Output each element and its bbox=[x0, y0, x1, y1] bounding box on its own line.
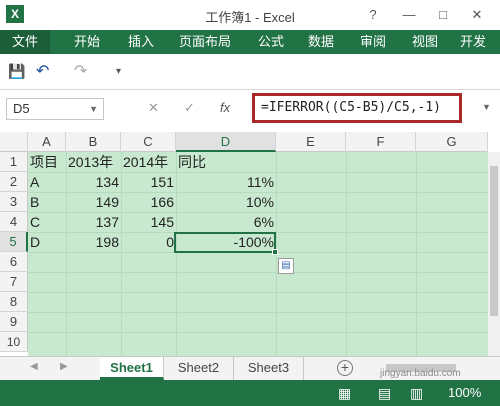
insert-function-icon[interactable]: fx bbox=[220, 100, 230, 115]
row-header-4[interactable]: 4 bbox=[0, 212, 28, 232]
row-header-2[interactable]: 2 bbox=[0, 172, 28, 192]
grid-line bbox=[346, 152, 347, 356]
help-button[interactable]: ? bbox=[362, 6, 384, 24]
select-all-corner[interactable] bbox=[0, 132, 28, 152]
cell-c5[interactable]: 0 bbox=[121, 232, 176, 252]
close-button[interactable]: ✕ bbox=[466, 6, 488, 24]
cell-b1[interactable]: 2013年 bbox=[68, 152, 121, 172]
next-sheet-icon[interactable]: ▶ bbox=[60, 361, 68, 372]
watermark: jingyan.baidu.com bbox=[380, 368, 461, 379]
status-bar: ▦ ▤ ▥ 100% bbox=[0, 380, 500, 406]
cell-d4[interactable]: 6% bbox=[176, 212, 276, 232]
cell-b2[interactable]: 134 bbox=[66, 172, 121, 192]
tab-review[interactable]: 审阅 bbox=[356, 30, 390, 54]
tab-developer[interactable]: 开发 bbox=[460, 30, 500, 54]
grid-line bbox=[28, 312, 500, 313]
formula-input[interactable]: =IFERROR((C5-B5)/C5,-1) bbox=[252, 93, 462, 123]
page-break-view-icon[interactable]: ▥ bbox=[410, 385, 423, 402]
column-header-d[interactable]: D bbox=[176, 132, 276, 152]
cell-b5[interactable]: 198 bbox=[66, 232, 121, 252]
tab-view[interactable]: 视图 bbox=[408, 30, 442, 54]
title-bar: X 工作簿1 - Excel ? — □ ✕ bbox=[0, 0, 500, 30]
chevron-down-icon: ▼ bbox=[89, 104, 98, 114]
tab-formulas[interactable]: 公式 bbox=[254, 30, 288, 54]
redo-icon[interactable]: ↷ bbox=[74, 61, 87, 81]
auto-fill-options-icon[interactable]: ▤ bbox=[278, 258, 294, 274]
grid-line bbox=[416, 152, 417, 356]
column-header-a[interactable]: A bbox=[28, 132, 66, 152]
cell-c1[interactable]: 2014年 bbox=[123, 152, 176, 172]
cell-c3[interactable]: 166 bbox=[121, 192, 176, 212]
row-header-3[interactable]: 3 bbox=[0, 192, 28, 212]
tab-data[interactable]: 数据 bbox=[304, 30, 338, 54]
save-icon[interactable]: 💾 bbox=[8, 63, 25, 80]
tab-home[interactable]: 开始 bbox=[70, 30, 104, 54]
fill-handle[interactable] bbox=[272, 249, 278, 255]
column-header-g[interactable]: G bbox=[416, 132, 488, 152]
vertical-scrollbar-thumb[interactable] bbox=[490, 166, 498, 316]
tab-page-layout[interactable]: 页面布局 bbox=[176, 30, 234, 54]
row-header-7[interactable]: 7 bbox=[0, 272, 28, 292]
page-layout-view-icon[interactable]: ▤ bbox=[378, 385, 391, 402]
add-sheet-button[interactable]: + bbox=[337, 360, 353, 376]
customize-qat-icon[interactable]: ▾ bbox=[116, 66, 121, 77]
formula-buttons: ✕ ✓ fx bbox=[112, 98, 252, 120]
name-box[interactable]: D5 ▼ bbox=[6, 98, 104, 120]
name-box-value: D5 bbox=[13, 101, 30, 116]
cell-b3[interactable]: 149 bbox=[66, 192, 121, 212]
cell-d3[interactable]: 10% bbox=[176, 192, 276, 212]
row-header-6[interactable]: 6 bbox=[0, 252, 28, 272]
vertical-scrollbar[interactable] bbox=[488, 152, 500, 356]
row-header-10[interactable]: 10 bbox=[0, 332, 28, 352]
sheet-tab-sheet3[interactable]: Sheet3 bbox=[234, 357, 304, 380]
cell-b4[interactable]: 137 bbox=[66, 212, 121, 232]
undo-icon[interactable]: ↶ bbox=[36, 61, 49, 81]
normal-view-icon[interactable]: ▦ bbox=[338, 385, 351, 402]
sheet-tab-sheet2[interactable]: Sheet2 bbox=[164, 357, 234, 380]
row-header-8[interactable]: 8 bbox=[0, 292, 28, 312]
restore-button[interactable]: □ bbox=[432, 6, 454, 24]
row-header-5[interactable]: 5 bbox=[0, 232, 28, 252]
grid-line bbox=[28, 292, 500, 293]
formula-bar: D5 ▼ ✕ ✓ fx =IFERROR((C5-B5)/C5,-1) ▼ bbox=[0, 90, 500, 128]
cell-c4[interactable]: 145 bbox=[121, 212, 176, 232]
column-header-e[interactable]: E bbox=[276, 132, 346, 152]
cell-a2[interactable]: A bbox=[30, 172, 66, 192]
cell-d1[interactable]: 同比 bbox=[178, 152, 276, 172]
window-title: 工作簿1 - Excel bbox=[205, 10, 295, 25]
quick-access-toolbar: 💾 ↶ ↷ ▾ bbox=[0, 54, 500, 90]
cell-a5[interactable]: D bbox=[30, 232, 66, 252]
prev-sheet-icon[interactable]: ◀ bbox=[30, 361, 38, 372]
sheet-tab-sheet1[interactable]: Sheet1 bbox=[100, 357, 164, 380]
row-header-1[interactable]: 1 bbox=[0, 152, 28, 172]
worksheet-grid: A B C D E F G 1 2 3 4 5 6 7 8 9 10 项目 20… bbox=[0, 132, 500, 356]
tab-insert[interactable]: 插入 bbox=[124, 30, 158, 54]
expand-formula-icon[interactable]: ▼ bbox=[482, 102, 491, 112]
zoom-level[interactable]: 100% bbox=[448, 385, 481, 400]
enter-icon[interactable]: ✓ bbox=[184, 100, 195, 116]
grid-line bbox=[28, 332, 500, 333]
cell-a4[interactable]: C bbox=[30, 212, 66, 232]
column-header-b[interactable]: B bbox=[66, 132, 121, 152]
cell-a3[interactable]: B bbox=[30, 192, 66, 212]
cell-c2[interactable]: 151 bbox=[121, 172, 176, 192]
column-header-f[interactable]: F bbox=[346, 132, 416, 152]
ribbon-tabs: 文件 开始 插入 页面布局 公式 数据 审阅 视图 开发 bbox=[0, 30, 500, 54]
row-header-9[interactable]: 9 bbox=[0, 312, 28, 332]
cell-d2[interactable]: 11% bbox=[176, 172, 276, 192]
column-header-c[interactable]: C bbox=[121, 132, 176, 152]
minimize-button[interactable]: — bbox=[398, 6, 420, 24]
cell-a1[interactable]: 项目 bbox=[30, 152, 66, 172]
cancel-icon[interactable]: ✕ bbox=[148, 100, 159, 116]
active-cell-outline bbox=[174, 232, 276, 253]
tab-file[interactable]: 文件 bbox=[0, 30, 50, 54]
grid-line bbox=[28, 272, 500, 273]
